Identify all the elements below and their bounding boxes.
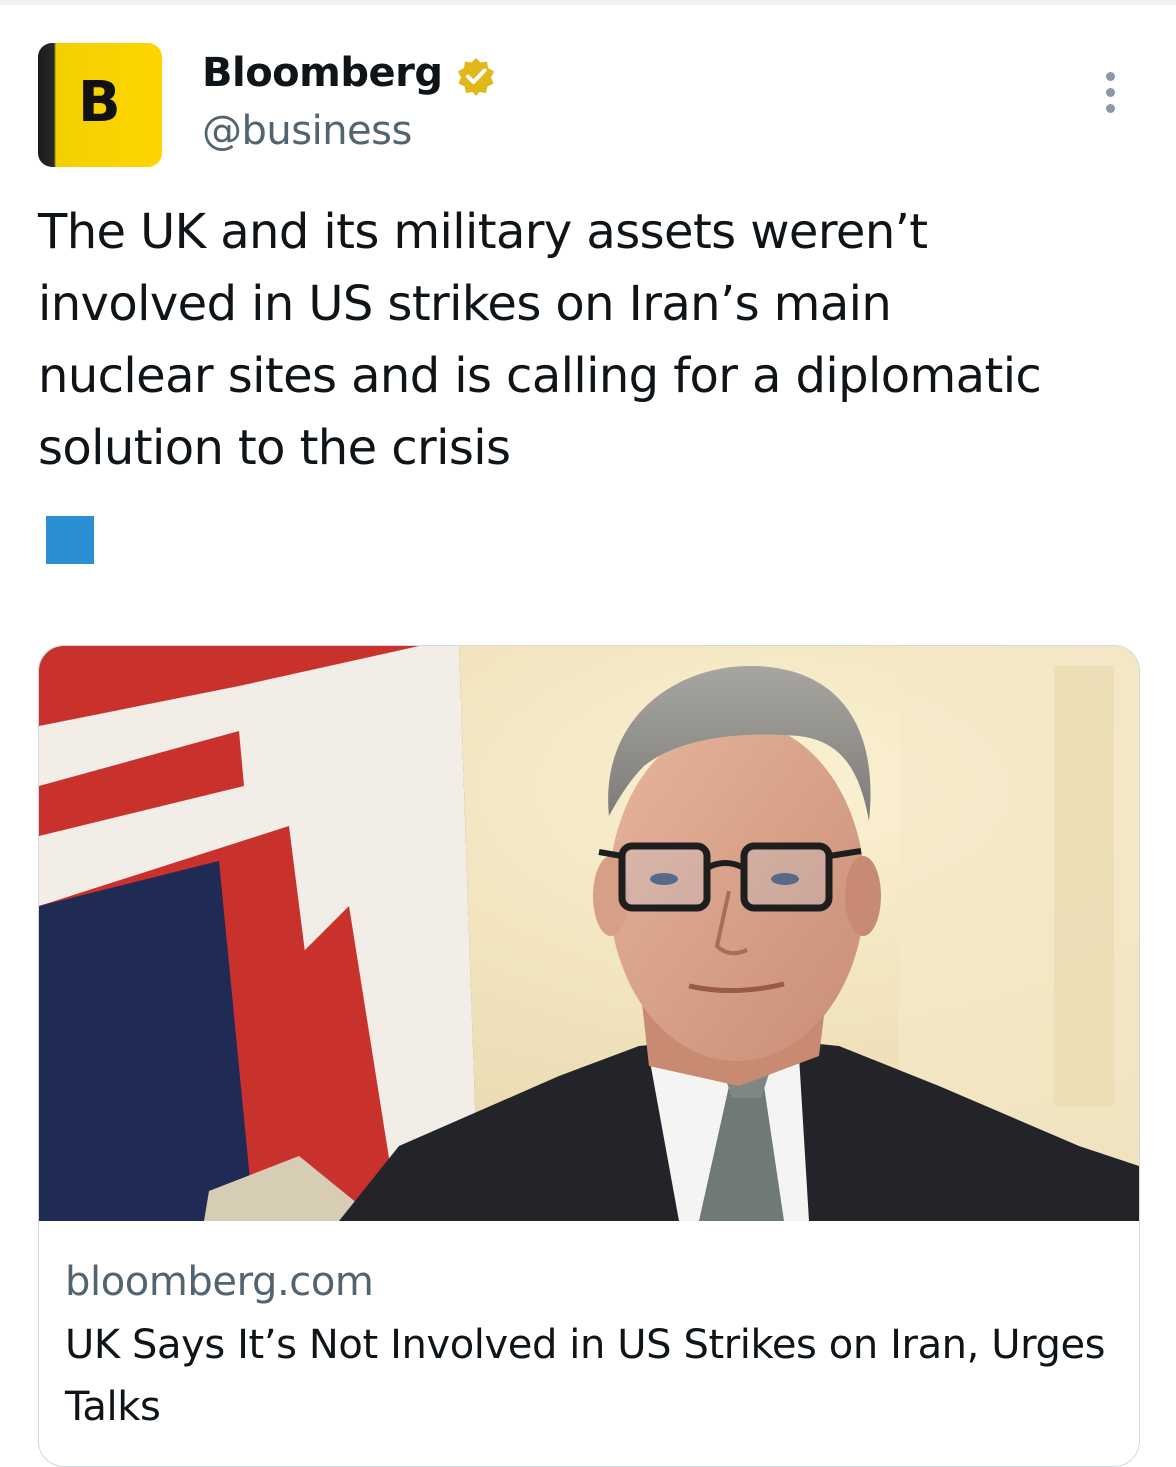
tweet-text-line: nuclear sites and is calling for a diplo… (38, 348, 1042, 404)
link-card[interactable]: bloomberg.com UK Says It’s Not Involved … (38, 645, 1140, 1467)
card-title: UK Says It’s Not Involved in US Strikes … (65, 1322, 1106, 1430)
card-image[interactable] (39, 646, 1139, 1221)
card-meta[interactable]: bloomberg.com UK Says It’s Not Involved … (65, 1256, 1115, 1438)
card-domain: bloomberg.com (65, 1259, 374, 1305)
avatar[interactable]: B (38, 43, 162, 167)
tweet-text-line: involved in US strikes on Iran’s main (38, 276, 892, 332)
verified-badge-icon (458, 58, 494, 96)
tweet-text-line: solution to the crisis (38, 420, 511, 476)
tweet-text-line: The UK and its military assets weren’t (38, 204, 928, 260)
card-photo (39, 646, 1139, 1221)
top-divider (0, 0, 1176, 5)
blue-square-emoji (46, 516, 94, 564)
author-name[interactable]: Bloomberg (202, 48, 443, 98)
more-options-icon[interactable] (1098, 68, 1126, 118)
author-handle[interactable]: @business (202, 106, 412, 156)
avatar-letter: B (78, 70, 121, 135)
tweet-text: The UK and its military assets weren’t i… (38, 196, 1148, 484)
